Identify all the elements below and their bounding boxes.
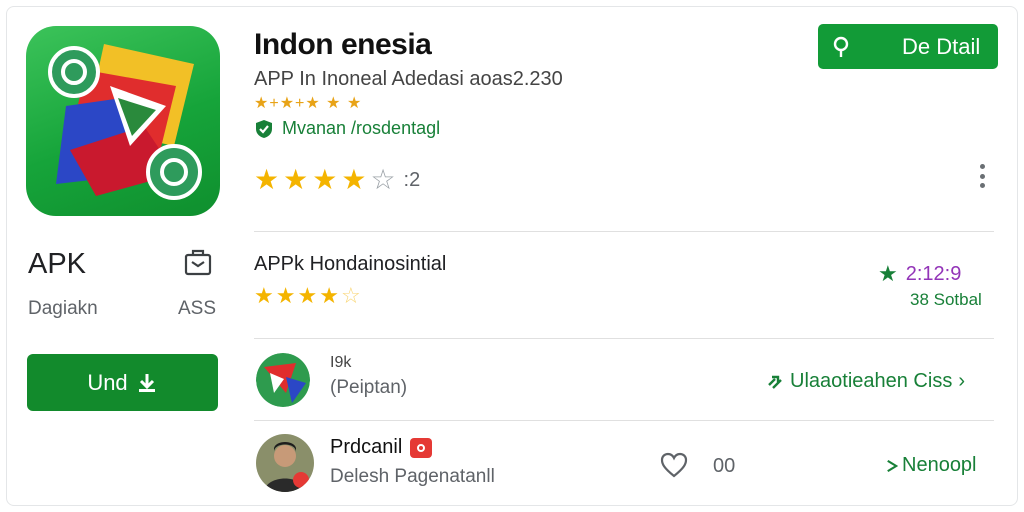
row3-name-group: Prdcanil [330,436,433,459]
row1-star-3: ★ [297,283,318,308]
verified-badge: Mvanan /rosdentagl [254,118,440,139]
link-icon [768,375,782,389]
row3-link[interactable]: Nenoopl [886,454,977,477]
row1-rating: ★ ★ ★ ★ ☆ [254,285,361,307]
detail-button-label: De Dtail [902,33,981,59]
like-count: 00 [713,455,736,477]
row1-star-1: ★ [254,283,274,308]
heart-outline-icon[interactable] [660,452,688,478]
divider [254,420,994,421]
chevron-right-icon: › [958,370,965,392]
row1-star-5: ☆ [340,283,361,308]
mini-rating-stars: ★+★+★ ★ ★ [254,95,363,112]
verified-text: Mvanan /rosdentagl [282,118,441,138]
rating-star-1: ★ [254,164,280,195]
row3-subtitle: Delesh Pagenatanll [330,466,495,487]
divider [254,338,994,339]
rating-count: :2 [403,168,421,191]
shield-check-icon [256,119,272,138]
row2-link-text: Ulaaotieahen Ciss [790,370,953,392]
kebab-menu-icon[interactable] [972,160,992,192]
row1-title: APPk Hondainosintial [254,253,447,275]
app-logo-graphic [48,44,202,200]
rating-star-3: ★ [312,164,338,195]
row1-star-4: ★ [319,283,339,308]
avatar[interactable] [256,353,310,407]
developer-label: Dagiakn [28,298,98,319]
app-rating: ★ ★ ★ ★ ☆ :2 [254,166,420,194]
row1-score[interactable]: ★ 2:12:9 [878,261,961,287]
apk-label: APK [28,248,87,280]
detail-button[interactable]: De Dtail [818,24,998,69]
row3-name: Prdcanil [330,436,403,458]
row1-score-subtext: 38 Sotbal [910,290,982,309]
row1-star-2: ★ [275,283,296,308]
row2-subtitle: (Peiptan) [330,377,408,398]
app-title: Indon enesia [254,28,432,61]
install-button[interactable]: Und [27,354,218,411]
rating-star-2: ★ [283,164,309,195]
avatar[interactable] [256,434,314,492]
download-icon [138,373,155,392]
location-pin-icon [833,36,849,57]
size-label: ASS [178,298,217,319]
row1-score-text: 2:12:9 [905,262,962,285]
rating-star-5: ☆ [370,164,396,195]
star-icon: ★ [878,261,898,286]
rating-star-4: ★ [341,164,367,195]
divider [254,231,994,232]
record-badge-icon [410,437,433,458]
row3-link-text: Nenoopl [902,454,977,476]
share-box-icon[interactable] [182,246,214,278]
row2-link[interactable]: Ulaaotieahen Ciss › [766,370,965,393]
play-triangle-icon [887,459,898,472]
app-subtitle: APP In Inoneal Adedasi aoas2.230 [254,68,563,90]
app-icon[interactable] [26,26,220,216]
row2-name: I9k [330,354,352,371]
install-button-label: Und [87,369,128,395]
